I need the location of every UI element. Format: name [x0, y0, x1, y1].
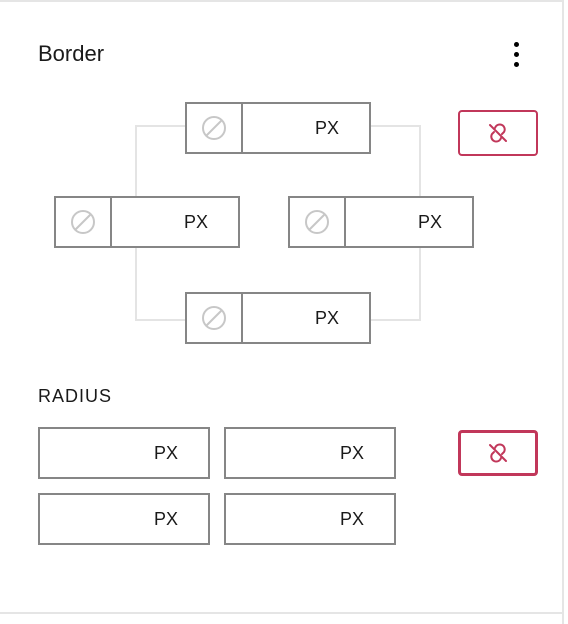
radius-bl-unit: PX — [154, 509, 178, 530]
divider-bottom — [0, 612, 564, 614]
border-right-unit: PX — [346, 198, 472, 246]
none-icon — [70, 209, 96, 235]
more-options-button[interactable] — [502, 40, 530, 68]
radius-tr-unit: PX — [340, 443, 364, 464]
none-icon — [201, 115, 227, 141]
unlink-icon — [484, 119, 512, 147]
unlink-radius-corners-button[interactable] — [458, 430, 538, 476]
panel-header: Border — [38, 40, 530, 68]
radius-top-right-input[interactable]: PX — [224, 427, 396, 479]
border-right-color-button[interactable] — [290, 198, 346, 246]
border-bottom-input[interactable]: PX — [185, 292, 371, 344]
none-icon — [201, 305, 227, 331]
radius-br-unit: PX — [340, 509, 364, 530]
border-box-controls: PX PX PX — [38, 102, 478, 342]
border-panel: Border PX PX — [0, 0, 568, 575]
border-bottom-unit: PX — [243, 294, 369, 342]
radius-controls: PX PX PX PX — [38, 427, 396, 545]
none-icon — [304, 209, 330, 235]
border-left-input[interactable]: PX — [54, 196, 240, 248]
kebab-icon — [514, 42, 519, 67]
unlink-border-sides-button[interactable] — [458, 110, 538, 156]
radius-bottom-right-input[interactable]: PX — [224, 493, 396, 545]
border-top-color-button[interactable] — [187, 104, 243, 152]
border-top-input[interactable]: PX — [185, 102, 371, 154]
radius-top-left-input[interactable]: PX — [38, 427, 210, 479]
radius-label: Radius — [38, 386, 530, 407]
unlink-icon — [484, 439, 512, 467]
border-bottom-color-button[interactable] — [187, 294, 243, 342]
radius-tl-unit: PX — [154, 443, 178, 464]
border-top-unit: PX — [243, 104, 369, 152]
border-left-unit: PX — [112, 198, 238, 246]
radius-bottom-left-input[interactable]: PX — [38, 493, 210, 545]
panel-title: Border — [38, 41, 104, 67]
border-left-color-button[interactable] — [56, 198, 112, 246]
border-right-input[interactable]: PX — [288, 196, 474, 248]
